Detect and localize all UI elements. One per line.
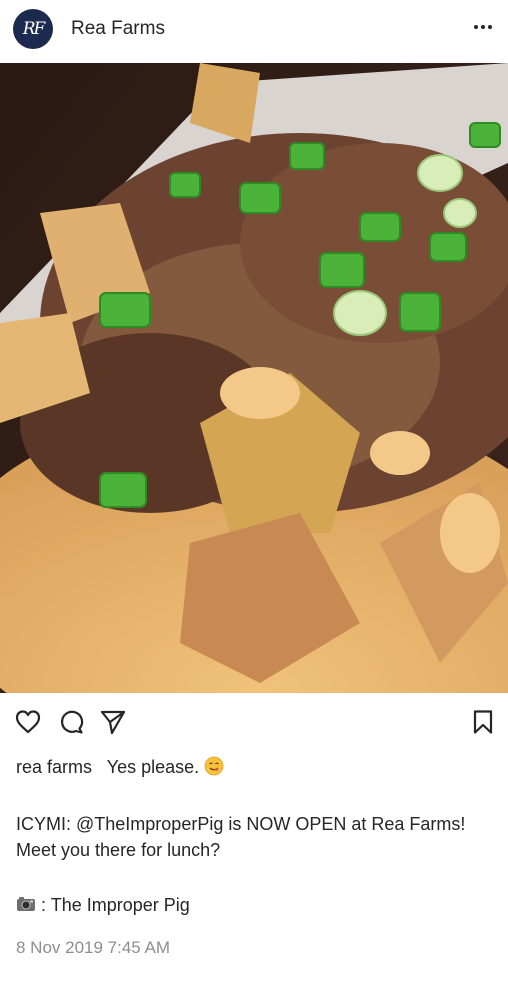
post-body-line: ICYMI: @TheImproperPig is NOW OPEN at Re…: [16, 814, 466, 834]
share-icon[interactable]: [99, 708, 127, 736]
comment-icon[interactable]: [57, 708, 85, 736]
camera-icon: [17, 897, 35, 911]
post-body-line: Meet you there for lunch?: [16, 840, 221, 860]
heart-icon[interactable]: [14, 708, 42, 736]
photo-credit-text: : The Improper Pig: [41, 895, 190, 915]
post-header: RF Rea Farms: [0, 0, 508, 62]
avatar-monogram: RF: [22, 19, 46, 39]
caption-username[interactable]: rea farms: [16, 757, 92, 777]
bookmark-icon[interactable]: [469, 708, 497, 736]
caption: rea farms Yes please.: [16, 755, 496, 779]
action-bar: [0, 700, 508, 744]
food-photo: [0, 63, 508, 693]
timestamp: 8 Nov 2019 7:45 AM: [16, 938, 171, 957]
photo-credit: : The Improper Pig: [16, 893, 496, 917]
account-name[interactable]: Rea Farms: [71, 18, 165, 40]
caption-text: Yes please.: [106, 757, 200, 777]
yum-face-emoji: [204, 756, 224, 776]
more-dots-icon[interactable]: [470, 14, 496, 40]
post-body: ICYMI: @TheImproperPig is NOW OPEN at Re…: [16, 811, 500, 863]
avatar[interactable]: RF: [13, 9, 53, 49]
post-photo[interactable]: [0, 63, 508, 693]
